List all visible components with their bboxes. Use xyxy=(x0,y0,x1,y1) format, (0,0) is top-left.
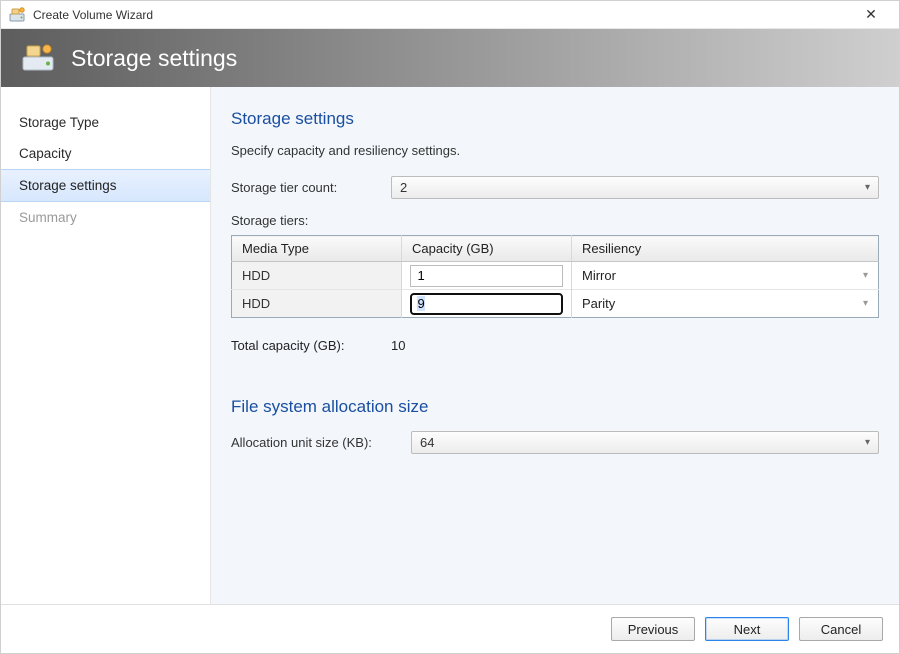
allocation-row: Allocation unit size (KB): 64 ▾ xyxy=(231,431,879,454)
resiliency-cell: Parity ▾ xyxy=(572,290,879,318)
close-button[interactable]: ✕ xyxy=(851,1,891,28)
tier-count-label: Storage tier count: xyxy=(231,180,391,195)
section-title-allocation: File system allocation size xyxy=(231,397,879,417)
col-resiliency: Resiliency xyxy=(572,236,879,262)
storage-tiers-table: Media Type Capacity (GB) Resiliency HDD xyxy=(231,235,879,318)
media-type-cell: HDD xyxy=(232,262,402,290)
resiliency-value: Mirror xyxy=(582,268,616,283)
col-media-type: Media Type xyxy=(232,236,402,262)
allocation-value: 64 xyxy=(420,435,434,450)
capacity-input[interactable] xyxy=(410,265,562,287)
total-capacity-row: Total capacity (GB): 10 xyxy=(231,338,879,353)
window-title: Create Volume Wizard xyxy=(33,8,851,22)
resiliency-select[interactable]: Mirror ▾ xyxy=(572,262,878,289)
wizard-window: Create Volume Wizard ✕ Storage settings … xyxy=(0,0,900,654)
wizard-body: Storage Type Capacity Storage settings S… xyxy=(1,87,899,605)
section-hint: Specify capacity and resiliency settings… xyxy=(231,143,879,158)
disk-banner-icon xyxy=(21,43,57,73)
disk-wizard-icon xyxy=(9,7,27,23)
sidebar-item-label: Summary xyxy=(19,210,77,225)
capacity-cell xyxy=(402,262,572,290)
capacity-cell xyxy=(402,290,572,318)
sidebar-item-label: Storage settings xyxy=(19,178,117,193)
header-banner: Storage settings xyxy=(1,29,899,87)
chevron-down-icon: ▾ xyxy=(863,270,868,281)
chevron-down-icon: ▾ xyxy=(863,298,868,309)
allocation-label: Allocation unit size (KB): xyxy=(231,435,411,450)
tier-count-select[interactable]: 2 ▾ xyxy=(391,176,879,199)
chevron-down-icon: ▾ xyxy=(865,182,870,193)
sidebar-item-capacity[interactable]: Capacity xyxy=(1,138,210,169)
banner-title: Storage settings xyxy=(71,45,237,72)
titlebar: Create Volume Wizard ✕ xyxy=(1,1,899,29)
media-type-cell: HDD xyxy=(232,290,402,318)
button-label: Previous xyxy=(628,622,679,637)
button-label: Next xyxy=(734,622,761,637)
button-label: Cancel xyxy=(821,622,861,637)
allocation-select[interactable]: 64 ▾ xyxy=(411,431,879,454)
wizard-main: Storage settings Specify capacity and re… xyxy=(211,87,899,604)
close-icon: ✕ xyxy=(865,6,877,23)
total-capacity-label: Total capacity (GB): xyxy=(231,338,391,353)
sidebar-item-summary: Summary xyxy=(1,202,210,233)
capacity-input[interactable] xyxy=(410,293,562,315)
wizard-footer: Previous Next Cancel xyxy=(1,605,899,653)
table-row: HDD Mirror ▾ xyxy=(232,262,879,290)
resiliency-cell: Mirror ▾ xyxy=(572,262,879,290)
sidebar-item-storage-type[interactable]: Storage Type xyxy=(1,107,210,138)
wizard-sidebar: Storage Type Capacity Storage settings S… xyxy=(1,87,211,604)
total-capacity-value: 10 xyxy=(391,338,405,353)
tier-count-value: 2 xyxy=(400,180,407,195)
resiliency-select[interactable]: Parity ▾ xyxy=(572,290,878,317)
tier-count-row: Storage tier count: 2 ▾ xyxy=(231,176,879,199)
chevron-down-icon: ▾ xyxy=(865,437,870,448)
tiers-label: Storage tiers: xyxy=(231,213,879,228)
col-capacity: Capacity (GB) xyxy=(402,236,572,262)
sidebar-item-label: Storage Type xyxy=(19,115,99,130)
sidebar-item-storage-settings[interactable]: Storage settings xyxy=(1,169,210,202)
section-title-storage: Storage settings xyxy=(231,109,879,129)
table-row: HDD Parity ▾ xyxy=(232,290,879,318)
resiliency-value: Parity xyxy=(582,296,615,311)
sidebar-item-label: Capacity xyxy=(19,146,72,161)
cancel-button[interactable]: Cancel xyxy=(799,617,883,641)
previous-button[interactable]: Previous xyxy=(611,617,695,641)
next-button[interactable]: Next xyxy=(705,617,789,641)
